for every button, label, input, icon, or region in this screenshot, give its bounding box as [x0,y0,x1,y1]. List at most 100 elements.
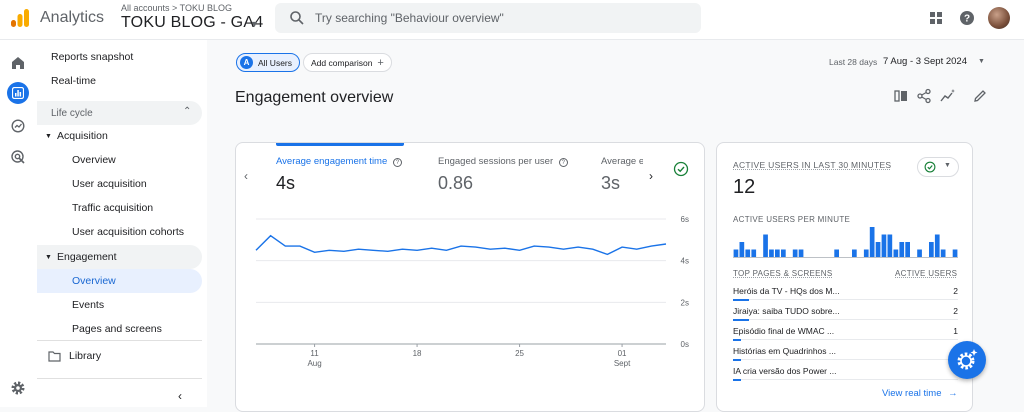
sidebar-item-library[interactable]: Library [37,344,202,368]
list-item[interactable]: Histórias em Quadrinhos ... [733,344,958,364]
view-realtime-link[interactable]: View real time → [882,388,958,399]
insights-sparkle-gear-icon [957,349,978,370]
per-minute-bar[interactable] [751,249,757,258]
sidebar-item-engagement-overview[interactable]: Overview [37,269,202,293]
realtime-status-button[interactable]: ▼ [917,157,959,177]
compare-columns-icon[interactable] [893,88,909,104]
caret-down-icon: ▼ [45,253,52,261]
sidebar-item-realtime[interactable]: Real-time [51,69,201,93]
date-range-value[interactable]: 7 Aug - 3 Sept 2024 [883,56,967,67]
share-icon[interactable] [916,88,932,104]
info-icon: ? [558,158,568,167]
add-comparison-button[interactable]: Add comparison + [303,53,392,72]
segment-badge: A [240,56,253,69]
collapse-sidebar-chevron-icon[interactable]: ‹ [178,389,182,403]
row-bar-track [733,299,958,300]
divider [37,340,202,341]
sidebar-item-events[interactable]: Events [37,293,202,317]
per-minute-bar[interactable] [881,234,887,258]
per-minute-bar[interactable] [852,249,857,258]
chevron-left-icon[interactable]: ‹ [244,169,248,183]
property-selector[interactable]: TOKU BLOG - GA4 [121,14,263,32]
reports-nav-button[interactable] [7,82,29,104]
apps-grid-icon[interactable] [927,9,945,27]
explore-nav-button[interactable] [7,115,29,137]
home-nav-button[interactable] [7,52,29,74]
metric-tab-avg-engagement-time[interactable]: Average engagement time ? 4s [276,156,402,194]
per-minute-bar[interactable] [917,249,922,258]
sidebar-item-pages-and-screens[interactable]: Pages and screens [37,317,202,341]
lifecycle-collection[interactable]: Life cycle ⌃ [37,101,202,125]
row-bar [733,339,741,341]
per-minute-bar[interactable] [745,249,751,258]
page-title-cell: Jiraiya: saiba TUDO sobre... [733,306,840,316]
per-minute-bar[interactable] [940,249,946,258]
per-minute-bar[interactable] [893,249,899,258]
per-minute-bar[interactable] [863,249,869,258]
per-minute-bar[interactable] [763,234,768,258]
admin-gear-icon[interactable] [10,380,26,396]
series-line[interactable] [255,234,667,256]
sidebar-item-traffic-acquisition[interactable]: Traffic acquisition [37,196,202,220]
per-minute-bar[interactable] [792,249,798,258]
metric-value: 3s [601,173,621,193]
metric-tab-avg-engagement-per-session[interactable]: Average e 3s [601,156,643,194]
x-tick-month-label: Aug [307,359,321,368]
sidebar-topic-acquisition[interactable]: ▼ Acquisition [37,124,202,148]
per-minute-bar[interactable] [769,249,774,258]
search-bar[interactable] [275,3,701,33]
per-minute-bar[interactable] [775,249,780,258]
sidebar-item-acquisition-overview[interactable]: Overview [37,148,202,172]
caret-down-icon: ▼ [944,162,951,169]
search-input[interactable] [315,8,685,28]
sidebar-topic-engagement[interactable]: ▼ Engagement [37,245,202,269]
per-minute-bar[interactable] [798,249,804,258]
app-name: Analytics [40,9,105,26]
edit-pencil-icon[interactable] [972,88,988,104]
chevron-up-icon[interactable]: ⌃ [183,106,191,117]
per-minute-bar[interactable] [869,227,875,257]
realtime-title: ACTIVE USERS IN LAST 30 MINUTES [733,160,892,170]
per-minute-bar[interactable] [733,249,739,258]
chevron-right-icon[interactable]: › [649,169,653,183]
row-bar [733,379,741,381]
sidebar-item-user-acquisition-cohorts[interactable]: User acquisition cohorts [37,220,202,244]
column-header-active-users: ACTIVE USERS [895,269,958,278]
advertising-nav-button[interactable] [7,146,29,168]
per-minute-bar[interactable] [929,242,934,257]
check-circle-icon [924,161,936,173]
help-icon[interactable]: ? [958,9,976,27]
list-item[interactable]: Episódio final de WMAC ... 1 [733,324,958,344]
lifecycle-label: Life cycle [51,107,93,119]
metric-label: Average engagement time ? [276,156,402,167]
analytics-logo-icon[interactable] [10,8,30,28]
metric-tab-engaged-sessions-per-user[interactable]: Engaged sessions per user ? 0.86 [438,156,568,194]
all-users-chip[interactable]: A All Users [236,53,301,72]
sidebar-item-user-acquisition[interactable]: User acquisition [37,172,202,196]
account-breadcrumb[interactable]: All accounts > TOKU BLOG [121,3,232,13]
date-caret-icon[interactable]: ▼ [978,58,985,65]
date-range-label[interactable]: Last 28 days [829,57,877,67]
per-minute-bar[interactable] [875,242,881,257]
per-minute-bar[interactable] [781,249,786,258]
per-minute-bar[interactable] [834,249,839,258]
list-item[interactable]: IA cria versão dos Power ... [733,364,958,384]
column-header-pages: TOP PAGES & SCREENS [733,269,833,278]
per-minute-bar[interactable] [905,242,910,257]
insights-fab-button[interactable] [948,341,986,379]
per-minute-bar[interactable] [899,242,905,257]
y-tick-label: 0s [681,340,689,349]
sidebar-item-reports-snapshot[interactable]: Reports snapshot [51,45,201,69]
per-minute-bar[interactable] [934,234,940,258]
insights-icon[interactable] [940,88,956,104]
avatar[interactable] [988,7,1010,29]
active-users-count: 12 [733,176,756,198]
per-minute-bar[interactable] [887,234,893,258]
check-circle-icon[interactable] [673,161,689,177]
active-users-cell: 1 [953,326,958,336]
per-minute-bar[interactable] [739,242,745,257]
list-item[interactable]: Jiraiya: saiba TUDO sobre... 2 [733,304,958,324]
list-item[interactable]: Heróis da TV - HQs dos M... 2 [733,284,958,304]
property-caret-icon[interactable]: ▼ [250,19,259,29]
per-minute-bar[interactable] [952,249,958,258]
